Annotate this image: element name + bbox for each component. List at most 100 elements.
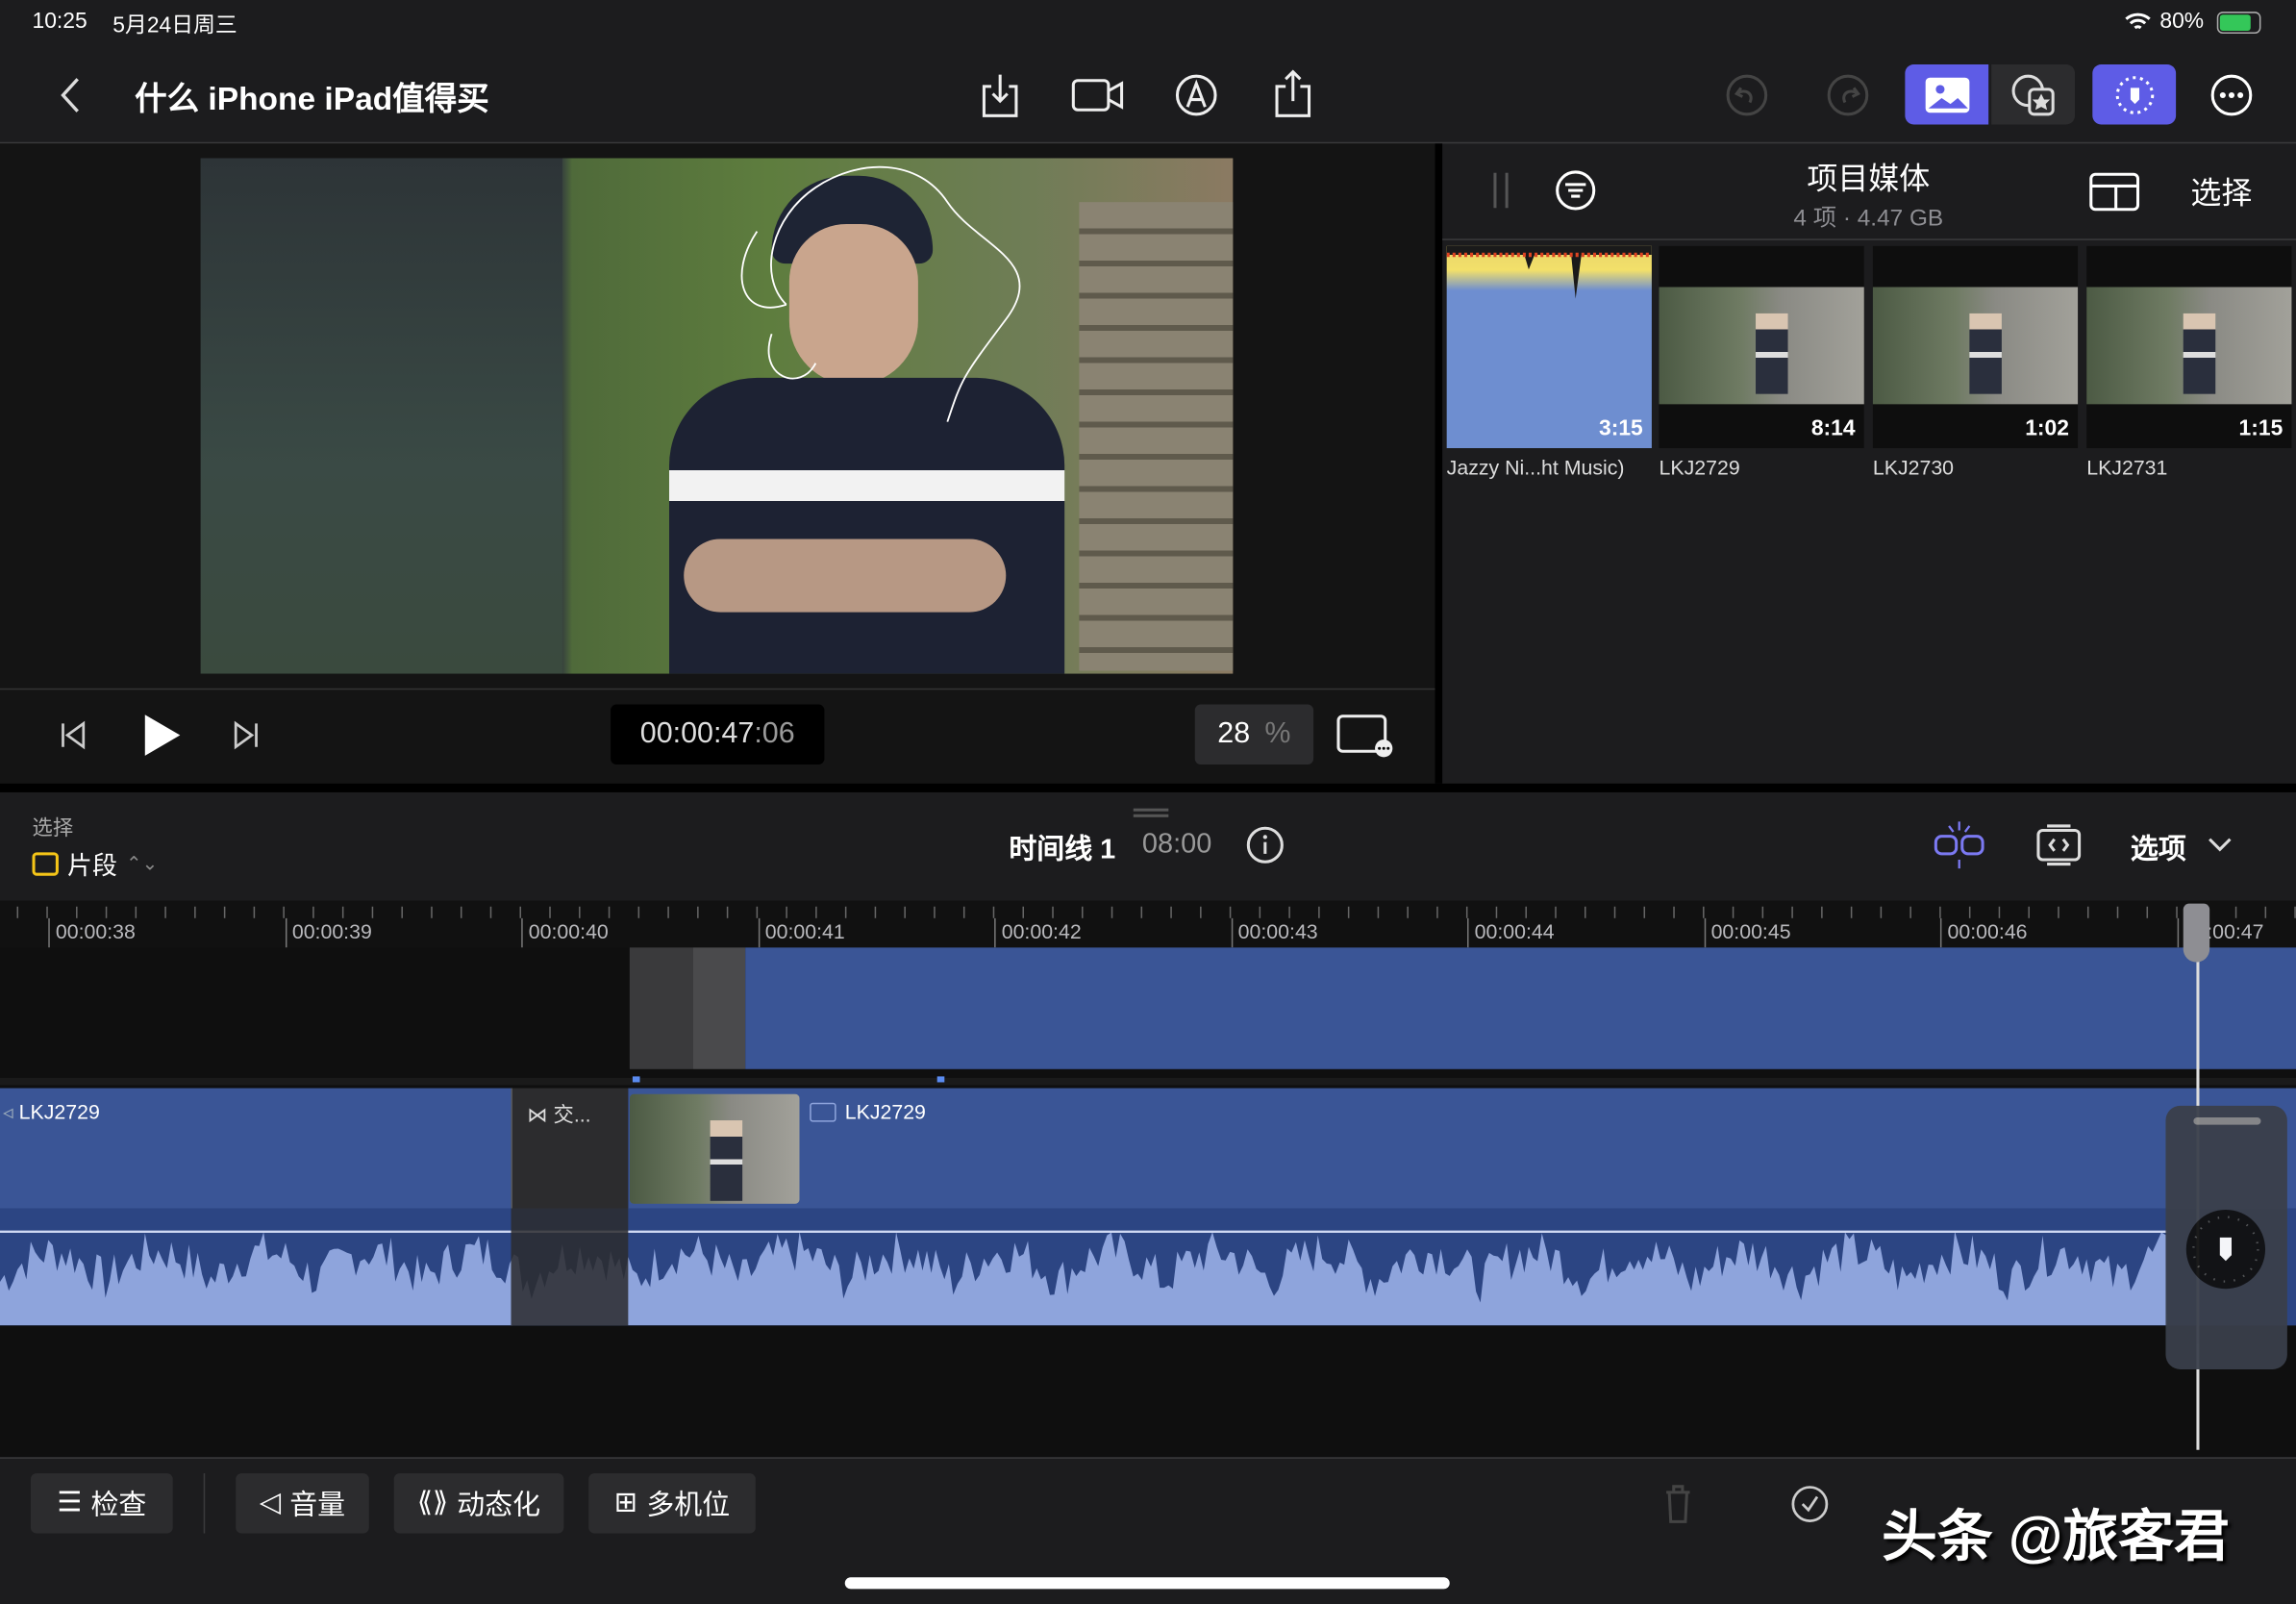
status-time: 10:25: [33, 9, 87, 34]
clip-mode-icon: [33, 852, 59, 875]
more-button[interactable]: [2209, 72, 2256, 119]
marker: [633, 1076, 640, 1082]
timeline-duration: 08:00: [1142, 829, 1211, 862]
transition-icon: ⋈: [527, 1103, 553, 1126]
clip-label: LKJ2729: [810, 1100, 926, 1123]
jog-wheel-panel[interactable]: [2165, 1106, 2286, 1369]
layout-button[interactable]: [2088, 170, 2141, 214]
panel-drag-handle[interactable]: [1493, 173, 1508, 209]
inspect-button[interactable]: ☰检查: [31, 1473, 173, 1533]
play-button[interactable]: [137, 712, 185, 759]
battery-icon: [2217, 12, 2261, 34]
clip-name: LKJ2729: [19, 1100, 100, 1123]
effects-browser-button[interactable]: [1991, 64, 2075, 124]
ruler-label: 00:00:46: [1940, 918, 2028, 947]
wifi-icon: [2123, 9, 2152, 35]
import-button[interactable]: [978, 70, 1022, 120]
jog-wheel[interactable]: [2186, 1210, 2265, 1289]
jog-wheel-button[interactable]: [2092, 64, 2176, 124]
voiceover-button[interactable]: [1173, 72, 1220, 119]
ruler-label: 00:00:43: [1231, 918, 1318, 947]
undo-button[interactable]: [1725, 73, 1769, 117]
redo-button[interactable]: [1826, 73, 1870, 117]
multicam-button[interactable]: ⊞多机位: [588, 1473, 756, 1533]
share-button[interactable]: [1271, 67, 1318, 120]
divider: [0, 1457, 2296, 1459]
zoom-level-field[interactable]: 28%: [1195, 705, 1313, 764]
skip-back-button[interactable]: [56, 717, 91, 753]
video-clip-icon: [810, 1102, 836, 1121]
trash-icon[interactable]: [1660, 1482, 1696, 1526]
timeline-name: 时间线 1: [1009, 827, 1115, 866]
ruler-ticks: [0, 901, 2296, 918]
status-date: 5月24日周三: [112, 9, 237, 39]
media-browser-button[interactable]: [1905, 64, 1988, 124]
info-button[interactable]: [1245, 824, 1286, 865]
motion-path-overlay: [669, 158, 1050, 436]
ruler-label: 00:00:44: [1467, 918, 1555, 947]
audio-waveform: [0, 1208, 2296, 1325]
sliders-icon: ☰: [57, 1487, 82, 1520]
viewer-options-button[interactable]: [1334, 712, 1395, 759]
ruler-label: 00:00:40: [521, 918, 609, 947]
skip-forward-button[interactable]: [229, 717, 264, 753]
panel-divider: [1435, 143, 1443, 784]
video-preview[interactable]: [201, 158, 1234, 673]
resize-handle[interactable]: [1134, 809, 1169, 817]
marker: [937, 1076, 945, 1082]
inspect-label: 检查: [90, 1484, 146, 1523]
select-mode-picker[interactable]: 片段⌃⌄: [33, 845, 159, 882]
media-duration: 3:15: [1599, 416, 1643, 441]
back-button[interactable]: [53, 73, 88, 117]
media-item-audio[interactable]: 3:15 Jazzy Ni...ht Music): [1447, 246, 1652, 479]
animate-label: 动态化: [457, 1484, 540, 1523]
divider: [1442, 238, 2296, 240]
filter-button[interactable]: [1554, 168, 1598, 213]
media-duration: 8:14: [1811, 416, 1856, 441]
volume-label: 音量: [289, 1484, 345, 1523]
battery-percent: 80%: [2159, 9, 2204, 34]
select-label: 选择: [33, 813, 74, 841]
ruler-label: 00:00:45: [1704, 918, 1791, 947]
playhead-handle[interactable]: [2184, 904, 2209, 963]
animate-button[interactable]: ⟪⟫ 动态化: [394, 1473, 564, 1533]
divider: [0, 1078, 2296, 1086]
camera-button[interactable]: [1070, 73, 1126, 117]
ruler-label: 00:00:39: [285, 918, 372, 947]
timecode-frames: :06: [754, 717, 794, 751]
snapping-button[interactable]: [1930, 820, 1988, 870]
browser-select-button[interactable]: 选择: [2190, 170, 2252, 214]
timecode-display[interactable]: 00:00:47:06: [611, 705, 824, 764]
keyframe-icon: ⟪⟫: [417, 1487, 448, 1520]
options-button[interactable]: 选项: [2131, 827, 2186, 866]
checkmark-button[interactable]: [1789, 1484, 1831, 1525]
media-name: LKJ2731: [2086, 456, 2291, 479]
media-name: LKJ2730: [1873, 456, 2078, 479]
transition-audio: [512, 1208, 629, 1325]
divider: [204, 1473, 206, 1533]
clip-appearance-button[interactable]: [2033, 820, 2085, 870]
media-item[interactable]: 8:14 LKJ2729: [1660, 246, 1864, 479]
divider: [0, 784, 2296, 792]
media-name: LKJ2729: [1660, 456, 1864, 479]
watermark: 头条 @旅客君: [1882, 1491, 2230, 1571]
browser-title: 项目媒体: [1722, 155, 2015, 199]
browser-subtitle: 4 项 · 4.47 GB: [1722, 198, 2015, 234]
jog-handle[interactable]: [2193, 1117, 2260, 1125]
media-item[interactable]: 1:15 LKJ2731: [2086, 246, 2291, 479]
speaker-icon: ◁: [260, 1487, 281, 1520]
transition-label: ⋈ 交...: [527, 1100, 590, 1129]
volume-button[interactable]: ◁音量: [236, 1473, 369, 1533]
media-item[interactable]: 1:02 LKJ2730: [1873, 246, 2078, 479]
chevron-down-icon[interactable]: [2206, 832, 2234, 858]
home-indicator[interactable]: [845, 1577, 1450, 1589]
media-duration: 1:02: [2025, 416, 2069, 441]
connected-gap[interactable]: [630, 947, 745, 1068]
media-duration: 1:15: [2239, 416, 2284, 441]
transition-name: 交...: [554, 1103, 591, 1126]
clip-label: ◃ LKJ2729: [0, 1100, 100, 1125]
connected-clip[interactable]: [745, 947, 2296, 1068]
ruler-label: 00:00:41: [758, 918, 845, 947]
zoom-value: 28: [1217, 717, 1250, 751]
media-name: Jazzy Ni...ht Music): [1447, 456, 1652, 479]
